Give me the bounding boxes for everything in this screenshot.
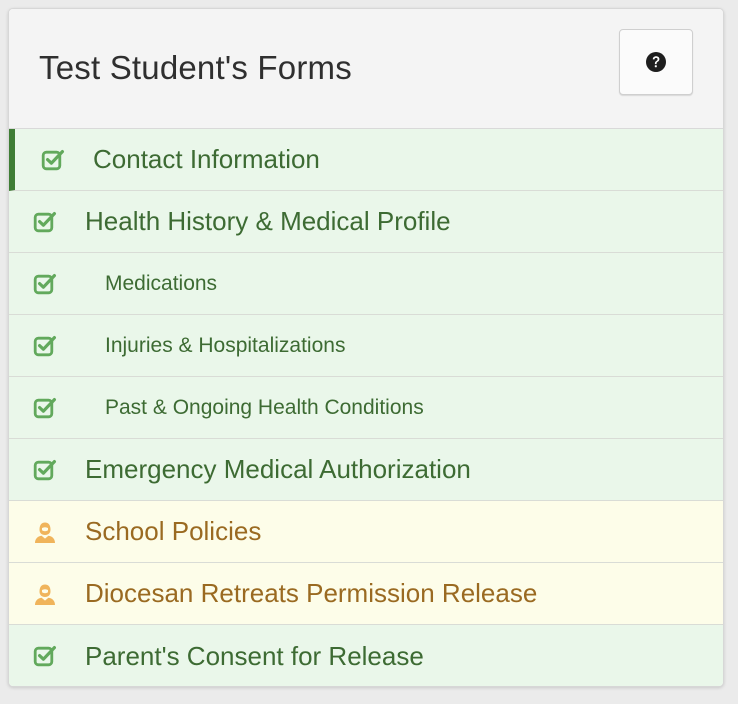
form-item[interactable]: Diocesan Retreats Permission Release	[9, 563, 723, 625]
form-label: Emergency Medical Authorization	[85, 454, 471, 484]
form-label: School Policies	[85, 516, 262, 546]
form-item[interactable]: School Policies	[9, 501, 723, 563]
page-title: Test Student's Forms	[39, 49, 352, 86]
form-item[interactable]: Health History & Medical Profile	[9, 191, 723, 253]
form-label: Injuries & Hospitalizations	[105, 333, 346, 357]
form-label: Health History & Medical Profile	[85, 206, 451, 236]
checked-box-icon	[41, 148, 65, 172]
checked-box-icon	[33, 396, 57, 420]
form-item[interactable]: Injuries & Hospitalizations	[9, 315, 723, 377]
parent-user-icon	[33, 582, 57, 606]
form-item[interactable]: Contact Information	[9, 129, 723, 191]
form-item[interactable]: Medications	[9, 253, 723, 315]
form-label: Past & Ongoing Health Conditions	[105, 395, 424, 419]
form-label: Medications	[105, 271, 218, 295]
help-button[interactable]	[619, 29, 693, 95]
question-circle-icon	[646, 52, 666, 72]
form-label: Contact Information	[93, 144, 320, 174]
checked-box-icon	[33, 458, 57, 482]
checked-box-icon	[33, 644, 57, 668]
form-item[interactable]: Parent's Consent for Release	[9, 625, 723, 686]
checked-box-icon	[33, 334, 57, 358]
parent-user-icon	[33, 520, 57, 544]
form-item[interactable]: Past & Ongoing Health Conditions	[9, 377, 723, 439]
form-label: Parent's Consent for Release	[85, 640, 424, 671]
checked-box-icon	[33, 272, 57, 296]
checked-box-icon	[33, 210, 57, 234]
form-item[interactable]: Emergency Medical Authorization	[9, 439, 723, 501]
form-list: Contact Information Health History & Medi…	[9, 129, 723, 686]
panel-header: Test Student's Forms	[9, 9, 723, 129]
form-label: Diocesan Retreats Permission Release	[85, 578, 538, 608]
forms-panel: Test Student's Forms Contact Information…	[8, 8, 724, 687]
